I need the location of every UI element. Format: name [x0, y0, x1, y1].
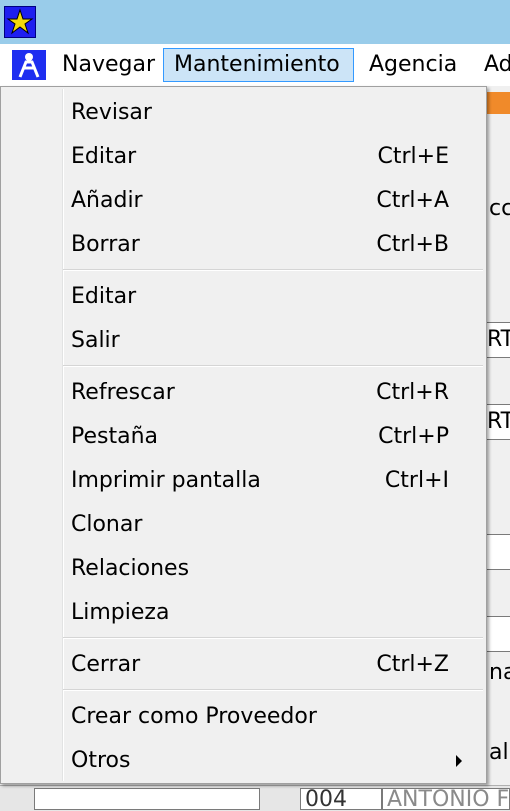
menu-item-label: Revisar: [71, 100, 152, 125]
menu-item-editar-2[interactable]: Editar: [3, 275, 484, 319]
menu-item-label: Editar: [71, 144, 137, 169]
background-window: [487, 86, 510, 810]
menu-item-label: Salir: [71, 328, 120, 353]
background-field[interactable]: [487, 616, 510, 652]
menu-item-label: Otros: [71, 748, 131, 773]
menu-item-revisar[interactable]: Revisar: [3, 91, 484, 135]
menu-item-imprimir-pantalla[interactable]: Imprimir pantalla Ctrl+I: [3, 459, 484, 503]
menu-item-pestana[interactable]: Pestaña Ctrl+P: [3, 415, 484, 459]
menu-item-editar[interactable]: Editar Ctrl+E: [3, 135, 484, 179]
background-code-cell[interactable]: 004: [300, 788, 382, 810]
background-label: al: [489, 740, 509, 765]
background-field[interactable]: [487, 534, 510, 570]
menu-item-shortcut: Ctrl+E: [377, 144, 449, 169]
menu-separator: [63, 637, 483, 639]
background-label: na: [489, 660, 510, 685]
background-name-cell[interactable]: ANTONIO F: [382, 788, 510, 810]
menu-item-label: Borrar: [71, 232, 140, 257]
background-label: cci: [489, 196, 510, 221]
menu-item-label: Relaciones: [71, 556, 190, 581]
menu-item-refrescar[interactable]: Refrescar Ctrl+R: [3, 371, 484, 415]
menu-item-anadir[interactable]: Añadir Ctrl+A: [3, 179, 484, 223]
menu-item-relaciones[interactable]: Relaciones: [3, 547, 484, 591]
menu-mantenimiento[interactable]: Mantenimiento: [163, 48, 354, 82]
menu-item-crear-como-proveedor[interactable]: Crear como Proveedor: [3, 695, 484, 739]
mantenimiento-dropdown: Revisar Editar Ctrl+E Añadir Ctrl+A Borr…: [0, 86, 487, 784]
menu-item-otros[interactable]: Otros: [3, 739, 484, 783]
background-cell: [34, 788, 260, 810]
menu-item-cerrar[interactable]: Cerrar Ctrl+Z: [3, 643, 484, 687]
menu-item-shortcut: Ctrl+P: [378, 424, 449, 449]
menu-item-salir[interactable]: Salir: [3, 319, 484, 363]
menu-item-shortcut: Ctrl+Z: [376, 652, 449, 677]
menu-item-label: Clonar: [71, 512, 143, 537]
app-star-icon[interactable]: [4, 6, 36, 38]
menu-item-label: Cerrar: [71, 652, 141, 677]
menu-item-shortcut: Ctrl+B: [376, 232, 449, 257]
menu-item-clonar[interactable]: Clonar: [3, 503, 484, 547]
menu-item-borrar[interactable]: Borrar Ctrl+B: [3, 223, 484, 267]
menu-item-label: Refrescar: [71, 380, 175, 405]
menu-bar: Navegar Mantenimiento Agencia Ad: [0, 44, 510, 86]
menu-separator: [63, 689, 483, 691]
submenu-arrow-icon: [456, 755, 462, 767]
menu-item-label: Imprimir pantalla: [71, 468, 261, 493]
menu-agencia[interactable]: Agencia: [359, 48, 467, 82]
menu-item-label: Crear como Proveedor: [71, 704, 317, 729]
app-figure-icon[interactable]: [12, 50, 46, 80]
menu-item-shortcut: Ctrl+I: [384, 468, 449, 493]
menu-separator: [63, 269, 483, 271]
menu-item-label: Editar: [71, 284, 137, 309]
background-tab-accent: [487, 92, 510, 114]
menu-item-shortcut: Ctrl+R: [376, 380, 449, 405]
background-field[interactable]: RT-: [487, 322, 510, 358]
menu-item-label: Limpieza: [71, 600, 170, 625]
menu-item-label: Pestaña: [71, 424, 159, 449]
menu-navegar[interactable]: Navegar: [52, 48, 165, 82]
menu-ad[interactable]: Ad: [474, 48, 510, 82]
menu-item-shortcut: Ctrl+A: [376, 188, 449, 213]
title-bar: [0, 0, 510, 44]
menu-item-limpieza[interactable]: Limpieza: [3, 591, 484, 635]
background-field[interactable]: RT-: [487, 404, 510, 440]
menu-separator: [63, 365, 483, 367]
menu-item-label: Añadir: [71, 188, 143, 213]
